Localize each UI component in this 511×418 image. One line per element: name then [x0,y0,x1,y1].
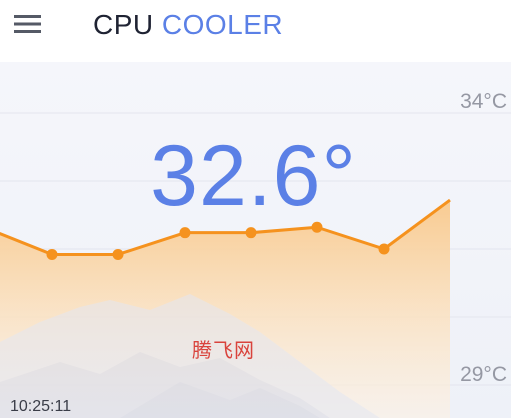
title-cooler: COOLER [161,9,284,40]
current-temperature: 32.6° [0,126,511,226]
app-root: CPU COOLER 32.6° 34°C 29°C 腾飞网 10:25:11 [0,0,511,418]
title-cpu: CPU [93,9,154,40]
chart-point [112,248,124,260]
hamburger-menu-icon[interactable] [0,0,56,56]
y-axis-min-label: 29°C [460,363,507,386]
watermark-text: 腾飞网 [192,340,255,362]
x-axis-time-label: 10:25:11 [10,398,72,415]
chart-point [245,227,257,239]
current-temperature-value: 32.6° [150,128,357,224]
chart-point [179,227,191,239]
temperature-chart [0,112,511,418]
y-axis-max-label: 34°C [460,90,507,113]
app-title: CPU COOLER [93,8,283,42]
chart-point [46,248,58,260]
chart-point [378,243,390,255]
app-header: CPU COOLER [0,0,511,62]
